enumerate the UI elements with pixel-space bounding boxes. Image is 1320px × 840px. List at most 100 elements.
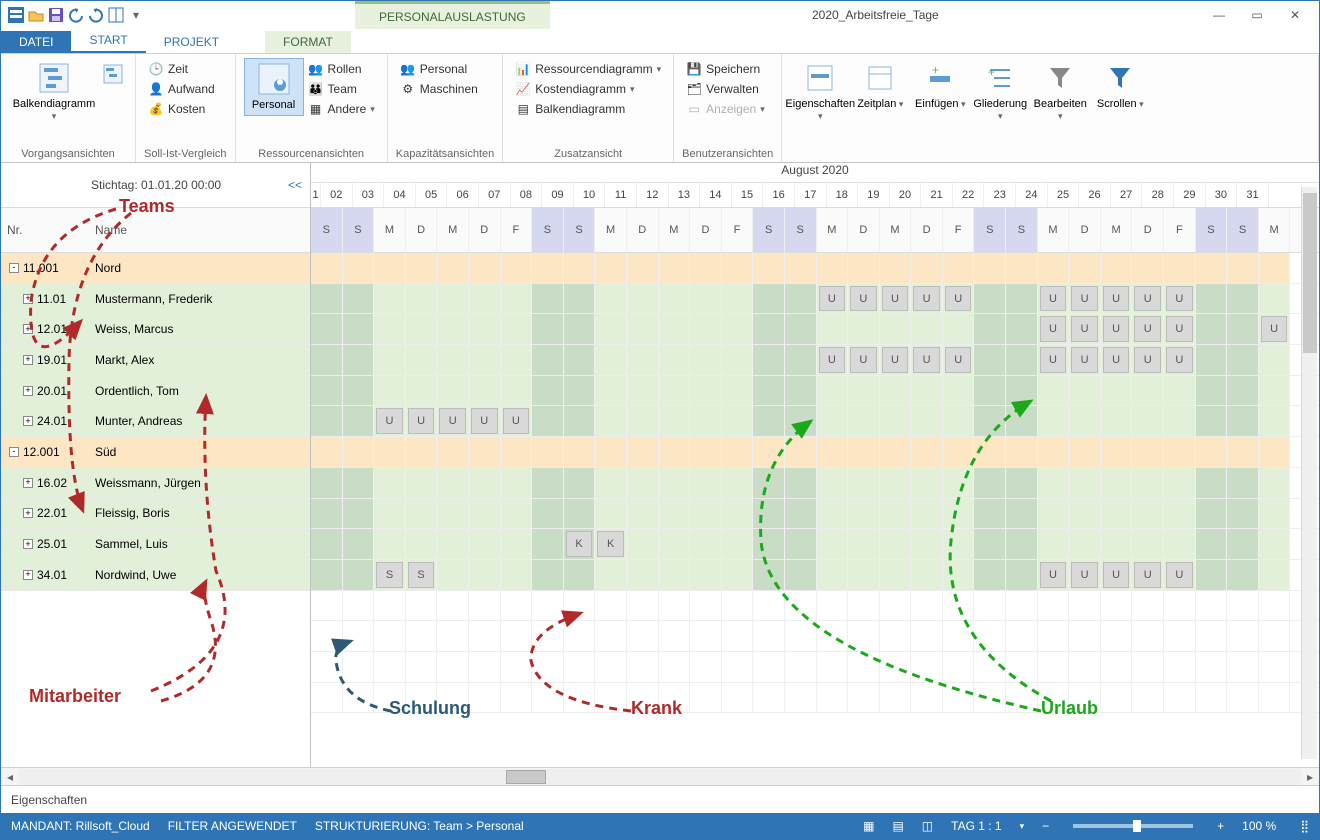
grid-cell[interactable] bbox=[943, 529, 975, 559]
grid-cell[interactable] bbox=[501, 529, 533, 559]
grid-cell[interactable] bbox=[880, 376, 912, 406]
grid-cell[interactable] bbox=[1069, 406, 1101, 436]
grid-cell[interactable] bbox=[595, 683, 627, 713]
grid-cell[interactable] bbox=[406, 345, 438, 375]
resize-grip-icon[interactable]: ⣿ bbox=[1294, 819, 1309, 833]
grid-cell[interactable] bbox=[627, 253, 659, 283]
grid-cell[interactable] bbox=[880, 683, 912, 713]
grid-cell[interactable] bbox=[911, 253, 943, 283]
grid-cell[interactable] bbox=[785, 314, 817, 344]
grid-cell[interactable] bbox=[532, 591, 564, 621]
grid-cell[interactable]: U bbox=[911, 345, 943, 375]
day-badge[interactable]: U bbox=[882, 347, 909, 373]
grid-cell[interactable] bbox=[311, 314, 343, 344]
view-icon3[interactable]: ◫ bbox=[922, 819, 933, 833]
grid-cell[interactable] bbox=[437, 560, 469, 590]
grid-cell[interactable] bbox=[374, 284, 406, 314]
day-badge[interactable]: U bbox=[1040, 562, 1067, 588]
grid-cell[interactable] bbox=[722, 529, 754, 559]
grid-cell[interactable] bbox=[848, 468, 880, 498]
day-badge[interactable]: U bbox=[1103, 286, 1130, 312]
grid-cell[interactable] bbox=[1101, 683, 1133, 713]
grid-cell[interactable] bbox=[343, 683, 375, 713]
grid-cell[interactable] bbox=[311, 437, 343, 467]
grid-cell[interactable] bbox=[880, 652, 912, 682]
grid-cell[interactable] bbox=[343, 314, 375, 344]
day-badge[interactable]: U bbox=[913, 347, 940, 373]
grid-cell[interactable] bbox=[911, 314, 943, 344]
grid-cell[interactable] bbox=[659, 345, 691, 375]
grid-cell[interactable] bbox=[343, 591, 375, 621]
grid-cell[interactable] bbox=[532, 345, 564, 375]
grid-cell[interactable] bbox=[1259, 345, 1291, 375]
member-row[interactable]: +24.01Munter, Andreas bbox=[1, 406, 310, 437]
grid-cell[interactable] bbox=[785, 621, 817, 651]
grid-cell[interactable] bbox=[1196, 683, 1228, 713]
grid-cell[interactable] bbox=[911, 437, 943, 467]
maximize-button[interactable]: ▭ bbox=[1239, 2, 1275, 28]
tab-format[interactable]: FORMAT bbox=[265, 31, 351, 53]
grid-cell[interactable] bbox=[532, 468, 564, 498]
grid-cell[interactable] bbox=[911, 406, 943, 436]
grid-cell[interactable]: U bbox=[848, 284, 880, 314]
grid-cell[interactable] bbox=[943, 683, 975, 713]
grid-cell[interactable] bbox=[880, 529, 912, 559]
grid-cell[interactable] bbox=[1132, 529, 1164, 559]
grid-cell[interactable] bbox=[1006, 468, 1038, 498]
grid-cell[interactable] bbox=[690, 468, 722, 498]
grid-cell[interactable] bbox=[564, 591, 596, 621]
tab-datei[interactable]: DATEI bbox=[1, 31, 71, 53]
grid-cell[interactable] bbox=[817, 437, 849, 467]
grid-cell[interactable] bbox=[501, 499, 533, 529]
grid-cell[interactable] bbox=[722, 253, 754, 283]
einfuegen-button[interactable]: +Einfügen bbox=[910, 58, 970, 114]
grid-cell[interactable] bbox=[785, 683, 817, 713]
grid-cell[interactable] bbox=[501, 591, 533, 621]
close-button[interactable]: ✕ bbox=[1277, 2, 1313, 28]
grid-cell[interactable] bbox=[627, 683, 659, 713]
grid-cell[interactable] bbox=[1132, 499, 1164, 529]
day-badge[interactable]: U bbox=[913, 286, 940, 312]
grid-cell[interactable] bbox=[974, 591, 1006, 621]
grid-cell[interactable] bbox=[753, 253, 785, 283]
grid-cell[interactable] bbox=[1006, 560, 1038, 590]
grid-cell[interactable] bbox=[753, 683, 785, 713]
grid-cell[interactable]: U bbox=[1101, 314, 1133, 344]
grid-cell[interactable] bbox=[690, 683, 722, 713]
grid-cell[interactable] bbox=[943, 560, 975, 590]
grid-cell[interactable] bbox=[974, 468, 1006, 498]
grid-cell[interactable] bbox=[469, 376, 501, 406]
grid-cell[interactable] bbox=[974, 683, 1006, 713]
team-button[interactable]: 👪Team bbox=[304, 80, 379, 98]
day-badge[interactable]: U bbox=[1071, 316, 1098, 342]
grid-cell[interactable] bbox=[564, 683, 596, 713]
grid-cell[interactable] bbox=[722, 499, 754, 529]
grid-cell[interactable]: U bbox=[1101, 560, 1133, 590]
grid-cell[interactable] bbox=[437, 468, 469, 498]
horizontal-scrollbar[interactable]: ◂ ▸ bbox=[1, 767, 1319, 785]
grid-cell[interactable] bbox=[627, 284, 659, 314]
team-row[interactable]: -12.001Süd bbox=[1, 437, 310, 468]
grid-cell[interactable] bbox=[627, 376, 659, 406]
grid-cell[interactable] bbox=[374, 253, 406, 283]
grid-cell[interactable] bbox=[753, 529, 785, 559]
grid-cell[interactable] bbox=[343, 621, 375, 651]
grid-cell[interactable] bbox=[501, 652, 533, 682]
grid-cell[interactable] bbox=[974, 345, 1006, 375]
redo-icon[interactable] bbox=[87, 6, 105, 24]
grid-cell[interactable] bbox=[848, 560, 880, 590]
expand-toggle[interactable]: + bbox=[23, 416, 33, 426]
grid-cell[interactable] bbox=[1196, 253, 1228, 283]
grid-cell[interactable] bbox=[469, 683, 501, 713]
grid-cell[interactable] bbox=[501, 284, 533, 314]
grid-cell[interactable] bbox=[564, 499, 596, 529]
day-badge[interactable]: U bbox=[1134, 316, 1161, 342]
day-badge[interactable]: S bbox=[408, 562, 435, 588]
grid-cell[interactable] bbox=[595, 376, 627, 406]
grid-cell[interactable] bbox=[848, 652, 880, 682]
grid-cell[interactable] bbox=[532, 253, 564, 283]
grid-cell[interactable] bbox=[943, 437, 975, 467]
ressdiag-button[interactable]: 📊Ressourcendiagramm bbox=[511, 60, 665, 78]
grid-cell[interactable] bbox=[785, 406, 817, 436]
grid-cell[interactable] bbox=[911, 376, 943, 406]
